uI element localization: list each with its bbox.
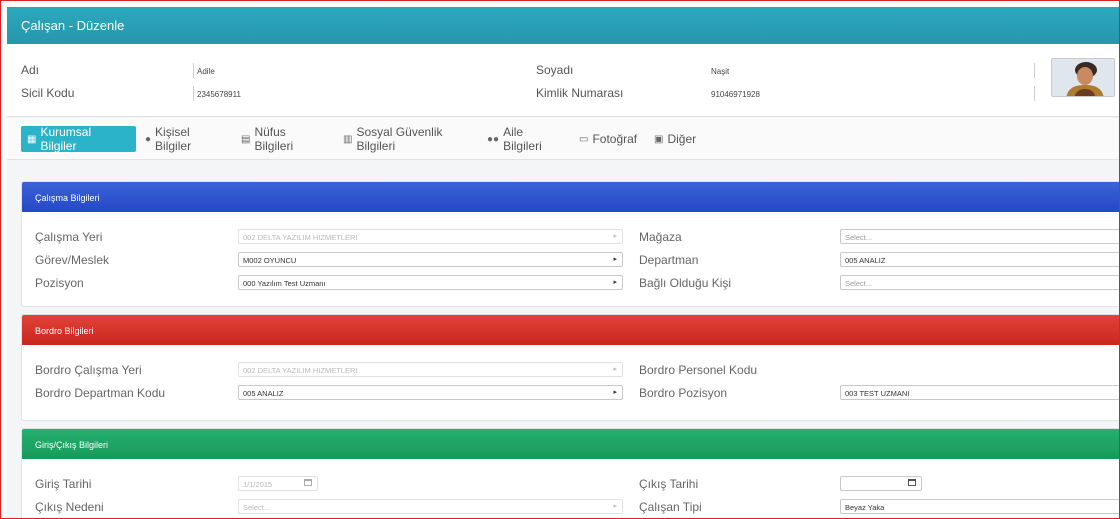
building-icon: ▥ <box>343 133 353 145</box>
department-value: 005 ANALIZ <box>845 256 886 265</box>
store-select[interactable]: Select... <box>840 229 1119 244</box>
id-number-label: Kimlik Numarası <box>536 86 624 100</box>
entry-date-value: 1/1/2015 <box>243 480 273 489</box>
payroll-position-label: Bordro Pozisyon <box>639 386 728 400</box>
tab-label: Diğer <box>667 132 697 146</box>
building-icon: ▦ <box>27 133 37 145</box>
id-card-icon: ▤ <box>241 133 251 145</box>
employee-summary: Adı Adile Soyadı Naşit Sicil Kodu 234567… <box>7 44 1119 117</box>
employee-type-value: Beyaz Yaka <box>845 503 885 512</box>
position-select[interactable]: 000 Yazılım Test Uzmanı ▸ <box>238 275 623 290</box>
entry-date-input[interactable]: 1/1/2015 <box>238 476 318 491</box>
work-info-panel: Çalışma Bilgileri Çalışma Yeri 002 DELTA… <box>21 181 1119 307</box>
payroll-department-value: 005 ANALIZ <box>243 389 284 398</box>
department-select[interactable]: 005 ANALIZ <box>840 252 1119 267</box>
exit-reason-select[interactable]: Select... ▸ <box>238 499 623 514</box>
chevron-right-icon: ▸ <box>613 279 617 286</box>
entry-date-label: Giriş Tarihi <box>35 477 92 491</box>
chevron-right-icon: ▸ <box>613 366 617 373</box>
user-icon: ● <box>145 133 152 145</box>
payroll-info-title: Bordro Bilgileri <box>22 315 1119 345</box>
tab-sosyal-guvenlik-bilgileri[interactable]: ▥ Sosyal Güvenlik Bilgileri <box>337 125 473 153</box>
payroll-workplace-value: 002 DELTA YAZILIM HIZMETLERI <box>243 366 358 375</box>
id-number-value: 91046971928 <box>711 90 760 99</box>
manager-value: Select... <box>845 279 873 288</box>
position-value: 000 Yazılım Test Uzmanı <box>243 279 326 288</box>
tab-label: Kurumsal Bilgiler <box>40 125 92 153</box>
work-info-title: Çalışma Bilgileri <box>22 182 1119 212</box>
divider <box>193 63 194 78</box>
employee-edit-window: Çalışan - Düzenle Adı Adile Soyadı Naşit… <box>7 7 1119 518</box>
image-icon: ▭ <box>579 133 589 145</box>
tab-label: Aile Bilgileri <box>503 125 542 153</box>
chevron-right-icon: ▸ <box>613 256 617 263</box>
tab-nufus-bilgileri[interactable]: ▤ Nüfus Bilgileri <box>235 125 329 153</box>
payroll-position-select[interactable]: 003 TEST UZMANI <box>840 385 1119 400</box>
store-label: Mağaza <box>639 230 682 244</box>
manager-select[interactable]: Select... <box>840 275 1119 290</box>
position-label: Pozisyon <box>35 276 84 290</box>
employee-photo-image <box>1052 59 1114 96</box>
job-value: M002 OYUNCU <box>243 256 297 265</box>
workplace-label: Çalışma Yeri <box>35 230 103 244</box>
tab-bar: ▦ Kurumsal Bilgiler ● Kişisel Bilgiler ▤… <box>7 118 1119 160</box>
payroll-workplace-label: Bordro Çalışma Yeri <box>35 363 142 377</box>
registry-value: 2345678911 <box>197 90 241 99</box>
last-name-value: Naşit <box>711 67 730 76</box>
payroll-position-value: 003 TEST UZMANI <box>845 389 910 398</box>
payroll-info-panel: Bordro Bilgileri Bordro Çalışma Yeri 002… <box>21 314 1119 421</box>
divider <box>1034 63 1035 78</box>
payroll-workplace-select[interactable]: 002 DELTA YAZILIM HIZMETLERI ▸ <box>238 362 623 377</box>
exit-reason-value: Select... <box>243 503 271 512</box>
employee-photo[interactable] <box>1051 58 1115 97</box>
payroll-department-label: Bordro Departman Kodu <box>35 386 166 400</box>
store-value: Select... <box>845 233 873 242</box>
exit-date-label: Çıkış Tarihi <box>639 477 699 491</box>
manager-label: Bağlı Olduğu Kişi <box>639 276 732 290</box>
tab-diger[interactable]: ▣ Diğer <box>648 126 698 152</box>
employee-type-label: Çalışan Tipi <box>639 500 702 514</box>
tab-label: Kişisel Bilgiler <box>155 125 192 153</box>
tab-kurumsal-bilgiler[interactable]: ▦ Kurumsal Bilgiler <box>21 125 136 153</box>
exit-reason-label: Çıkış Nedeni <box>35 500 104 514</box>
job-label: Görev/Meslek <box>35 253 110 267</box>
last-name-label: Soyadı <box>536 63 574 77</box>
contact-icon: ▣ <box>654 133 664 145</box>
first-name-label: Adı <box>21 63 40 77</box>
exit-date-input[interactable] <box>840 476 922 491</box>
workplace-value: 002 DELTA YAZILIM HIZMETLERI <box>243 233 358 242</box>
employee-type-select[interactable]: Beyaz Yaka <box>840 499 1119 514</box>
tab-label: Sosyal Güvenlik Bilgileri <box>356 125 443 153</box>
chevron-right-icon: ▸ <box>613 389 617 396</box>
payroll-personnel-code-label: Bordro Personel Kodu <box>639 363 758 377</box>
calendar-icon <box>304 479 312 486</box>
chevron-right-icon: ▸ <box>613 503 617 510</box>
payroll-department-select[interactable]: 005 ANALIZ ▸ <box>238 385 623 400</box>
workplace-select[interactable]: 002 DELTA YAZILIM HIZMETLERI ▸ <box>238 229 623 244</box>
registry-label: Sicil Kodu <box>21 86 75 100</box>
tab-label: Nüfus Bilgileri <box>254 125 294 153</box>
users-icon: ●● <box>487 133 500 145</box>
window-title: Çalışan - Düzenle <box>7 7 1119 44</box>
window-frame: Çalışan - Düzenle Adı Adile Soyadı Naşit… <box>0 0 1120 519</box>
department-label: Departman <box>639 253 699 267</box>
entry-exit-title: Giriş/Çıkış Bilgileri <box>22 429 1119 459</box>
chevron-right-icon: ▸ <box>613 233 617 240</box>
entry-exit-panel: Giriş/Çıkış Bilgileri Giriş Tarihi 1/1/2… <box>21 428 1119 518</box>
job-select[interactable]: M002 OYUNCU ▸ <box>238 252 623 267</box>
tab-label: Fotoğraf <box>592 132 638 146</box>
tab-fotograf[interactable]: ▭ Fotoğraf <box>573 126 637 152</box>
first-name-value: Adile <box>197 67 215 76</box>
divider <box>193 86 194 101</box>
calendar-icon <box>908 479 916 486</box>
tab-kisisel-bilgiler[interactable]: ● Kişisel Bilgiler <box>139 125 229 153</box>
divider <box>1034 86 1035 101</box>
tab-aile-bilgileri[interactable]: ●● Aile Bilgileri <box>481 125 569 153</box>
